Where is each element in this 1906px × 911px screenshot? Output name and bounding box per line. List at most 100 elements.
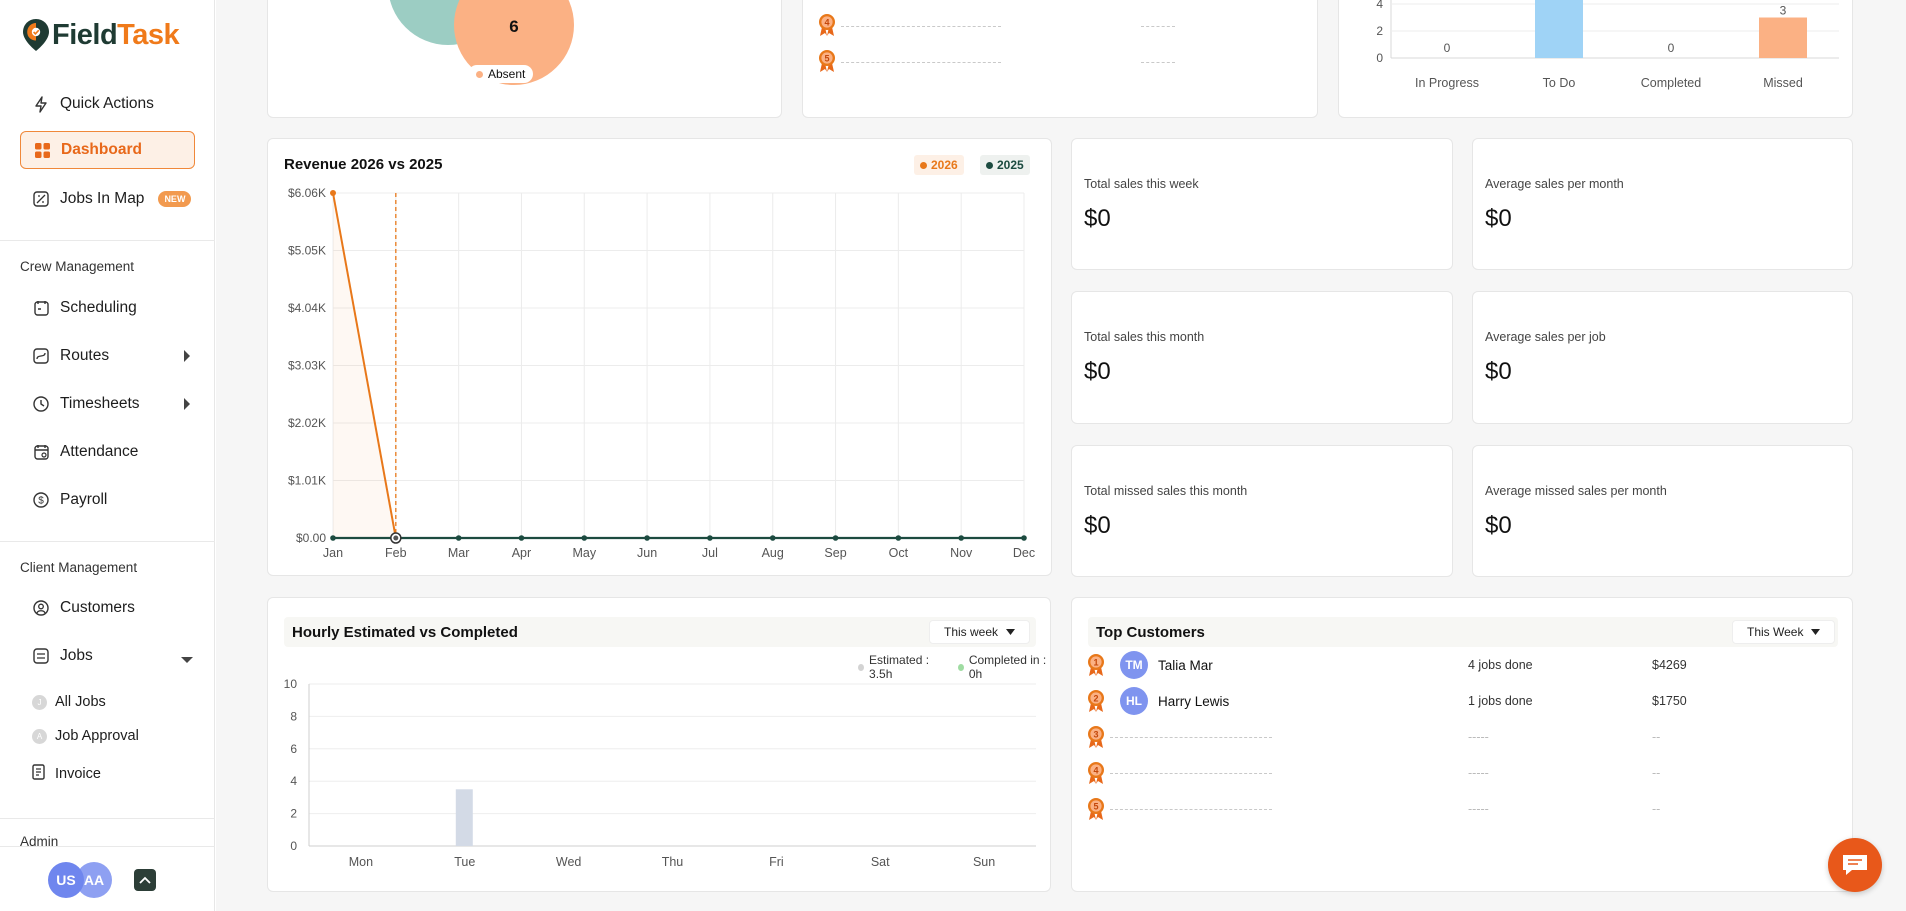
y-tick-label: 2 (290, 807, 297, 821)
y-tick-label: $0.00 (296, 531, 326, 545)
sidebar-subitem-job-approval[interactable]: A Job Approval (32, 728, 139, 744)
new-badge: NEW (158, 191, 192, 207)
sidebar-item-label: Invoice (55, 766, 101, 782)
x-tick-label: Mar (448, 546, 470, 560)
sidebar-item-label: Customers (60, 599, 135, 616)
sidebar-subitem-all-jobs[interactable]: J All Jobs (32, 694, 106, 710)
lightning-icon (32, 95, 50, 113)
sidebar-divider (0, 818, 215, 819)
stat-label: Average sales per month (1485, 177, 1624, 191)
all-jobs-icon: J (32, 694, 47, 710)
sidebar-item-label: Quick Actions (60, 95, 154, 112)
sidebar-item-quick-actions[interactable]: Quick Actions (20, 85, 195, 123)
sidebar-item-label: Dashboard (61, 141, 142, 158)
sidebar-item-customers[interactable]: Customers (20, 589, 195, 627)
customer-amount: $1750 (1652, 694, 1687, 708)
customer-row[interactable]: 1 TM Talia Mar 4 jobs done $4269 (1086, 651, 1836, 679)
sidebar-item-jobs[interactable]: Jobs (20, 637, 195, 675)
customer-avatar: HL (1120, 687, 1148, 715)
series-2025-point (581, 535, 588, 541)
placeholder-line (1110, 772, 1272, 774)
caret-right-icon[interactable] (183, 349, 191, 367)
x-tick-label: Thu (662, 855, 684, 869)
y-tick-label: $6.06K (288, 186, 326, 200)
rank-number: 5 (1093, 801, 1098, 811)
customer-jobs-done: 1 jobs done (1468, 694, 1533, 708)
stat-value: $0 (1084, 512, 1111, 539)
sidebar-item-label: Scheduling (60, 299, 137, 316)
customer-amount: $4269 (1652, 658, 1687, 672)
jobs-list-icon (32, 647, 50, 665)
dashboard-grid-icon (33, 141, 51, 159)
top-customers-card: Top Customers This Week 1 TM Talia Mar 4 jo… (1071, 597, 1853, 892)
y-tick-label: 10 (284, 677, 298, 691)
dollar-circle-icon: $ (32, 491, 50, 509)
sidebar-item-label: All Jobs (55, 694, 106, 710)
placeholder-line (1141, 26, 1175, 27)
y-tick-label: 4 (290, 774, 297, 788)
customer-name[interactable]: Talia Mar (1158, 658, 1468, 673)
sidebar-divider (0, 541, 215, 542)
stat-label: Total sales this week (1084, 177, 1199, 191)
brand-name-task: Task (117, 18, 180, 51)
y-tick-label: $4.04K (288, 301, 326, 315)
series-2026-point (330, 190, 336, 196)
customer-jobs-done: ----- (1468, 766, 1489, 780)
customer-name[interactable]: Harry Lewis (1158, 694, 1468, 709)
series-2025-point (895, 535, 902, 541)
series-2025-point (518, 535, 525, 541)
x-tick-label: Nov (950, 546, 973, 560)
y-tick-label: $2.02K (288, 416, 326, 430)
top-customers-title: Top Customers (1096, 624, 1205, 641)
stat-card-avg-missed-sales: Average missed sales per month $0 (1472, 445, 1853, 577)
stat-value: $0 (1485, 205, 1512, 232)
legend-label: Absent (488, 67, 526, 81)
customer-row[interactable]: 2 HL Harry Lewis 1 jobs done $1750 (1086, 687, 1836, 715)
ribbon-badge-icon: 4 (1088, 762, 1104, 784)
sidebar-item-attendance[interactable]: Attendance (20, 433, 195, 471)
customer-avatar: TM (1120, 651, 1148, 679)
stat-label: Average sales per job (1485, 330, 1606, 344)
chat-bubble-icon (1843, 855, 1867, 875)
expand-button[interactable] (134, 869, 156, 891)
revenue-line-chart: $0.00 $1.01K $2.02K $3.03K $4.04K $5.05K $6.06… (288, 186, 1035, 560)
series-2025-point (455, 535, 462, 541)
dropdown-value: This Week (1747, 625, 1804, 639)
x-tick-label: Aug (762, 546, 784, 560)
sidebar-item-scheduling[interactable]: Scheduling (20, 289, 195, 327)
x-tick-label: Sun (973, 855, 995, 869)
x-tick-label: Wed (556, 855, 582, 869)
sidebar-item-label: Job Approval (55, 728, 139, 744)
map-icon (32, 190, 50, 208)
x-tick-label: Jun (637, 546, 657, 560)
attendance-calendar-icon (32, 443, 50, 461)
sidebar-item-payroll[interactable]: $ Payroll (20, 481, 195, 519)
placeholder-line (841, 26, 1001, 27)
ranking-card: 4 5 (802, 0, 1318, 118)
sidebar-subitem-invoice[interactable]: Invoice (32, 764, 101, 784)
x-tick-label: To Do (1543, 76, 1576, 90)
x-tick-label: Apr (512, 546, 531, 560)
x-tick-label: Jan (323, 546, 343, 560)
hourly-card: Hourly Estimated vs Completed This week … (267, 597, 1051, 892)
series-2025-point (958, 535, 964, 541)
ribbon-badge-icon: 5 (1088, 798, 1104, 820)
avatar[interactable]: US (48, 862, 84, 898)
caret-right-icon[interactable] (183, 397, 191, 415)
y-tick-label: $1.01K (288, 474, 326, 488)
chat-button[interactable] (1828, 838, 1882, 892)
ribbon-badge-icon: 4 (817, 13, 837, 40)
sidebar-item-dashboard[interactable]: Dashboard (20, 131, 195, 169)
sidebar-item-timesheets[interactable]: Timesheets (20, 385, 195, 423)
location-pin-icon (23, 19, 49, 51)
sidebar-item-jobs-in-map[interactable]: Jobs In Map NEW (20, 180, 195, 218)
legend-absent: Absent (468, 65, 534, 83)
rank-number: 4 (1093, 765, 1098, 775)
job-status-card: 0 2 4 0 In Progress To Do 0 Completed 3 Missed (1338, 0, 1853, 118)
caret-down-icon[interactable] (181, 651, 193, 669)
top-customers-period-dropdown[interactable]: This Week (1732, 620, 1836, 644)
logo[interactable]: FieldTask (22, 18, 180, 52)
sidebar-item-routes[interactable]: Routes (20, 337, 195, 375)
series-2025-point (644, 535, 650, 541)
main-content: 6 Absent 4 5 0 2 4 0 In Progress To Do 0 Comple… (216, 0, 1906, 911)
